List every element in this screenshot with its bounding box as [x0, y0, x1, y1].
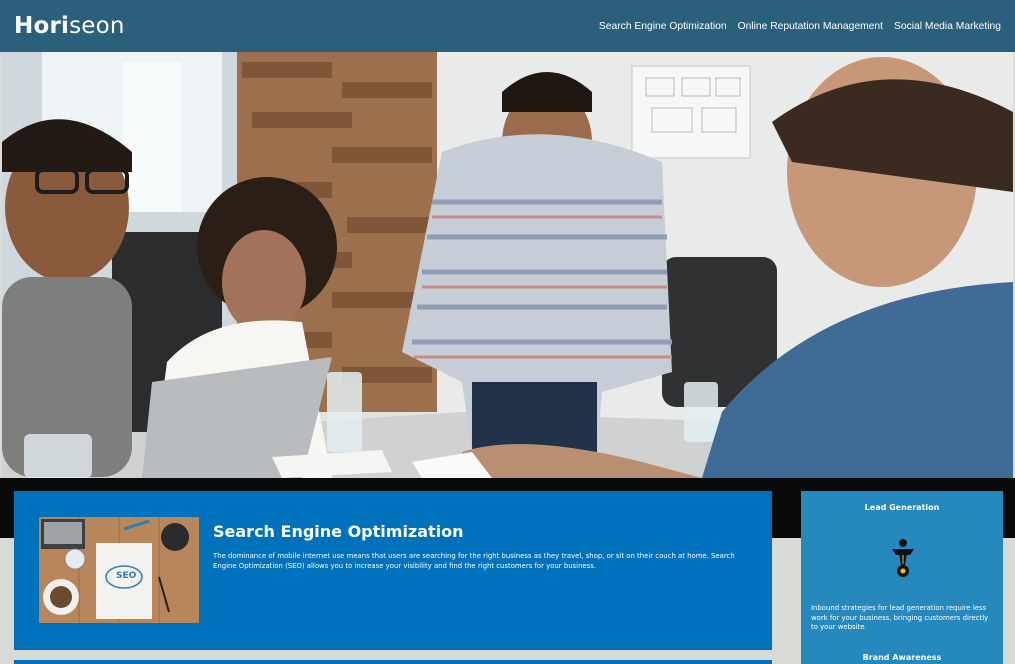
main-nav: Search Engine Optimization Online Reputa…	[599, 21, 1001, 32]
team-meeting-photo	[2, 52, 1013, 478]
seo-image-label: SEO	[116, 571, 137, 581]
seo-title: Search Engine Optimization	[213, 522, 464, 541]
nav-link-social[interactable]: Social Media Marketing	[894, 21, 1001, 32]
seo-image: SEO	[39, 517, 199, 623]
benefits-sidebar: Lead Generation Inbound strategies for l…	[801, 491, 1003, 664]
lead-generation-text: Inbound strategies for lead generation r…	[811, 604, 989, 632]
lead-generation-title: Lead Generation	[864, 503, 940, 512]
nav-link-seo[interactable]: Search Engine Optimization	[599, 21, 727, 32]
lead-generation-icon	[892, 539, 914, 577]
site-logo[interactable]: Horiseon	[14, 13, 125, 39]
seo-description: The dominance of mobile internet use mea…	[213, 552, 735, 570]
site-header: Horiseon Search Engine Optimization Onli…	[0, 0, 1015, 52]
logo-primary: Hori	[14, 13, 70, 39]
next-section-card	[14, 660, 772, 664]
hero-image	[2, 52, 1013, 478]
nav-link-reputation[interactable]: Online Reputation Management	[738, 21, 883, 32]
brand-awareness-title: Brand Awareness	[862, 653, 942, 662]
seo-illustration-icon	[39, 517, 199, 623]
seo-section: SEO Search Engine Optimization The domin…	[14, 491, 772, 650]
logo-secondary: seon	[69, 13, 125, 39]
